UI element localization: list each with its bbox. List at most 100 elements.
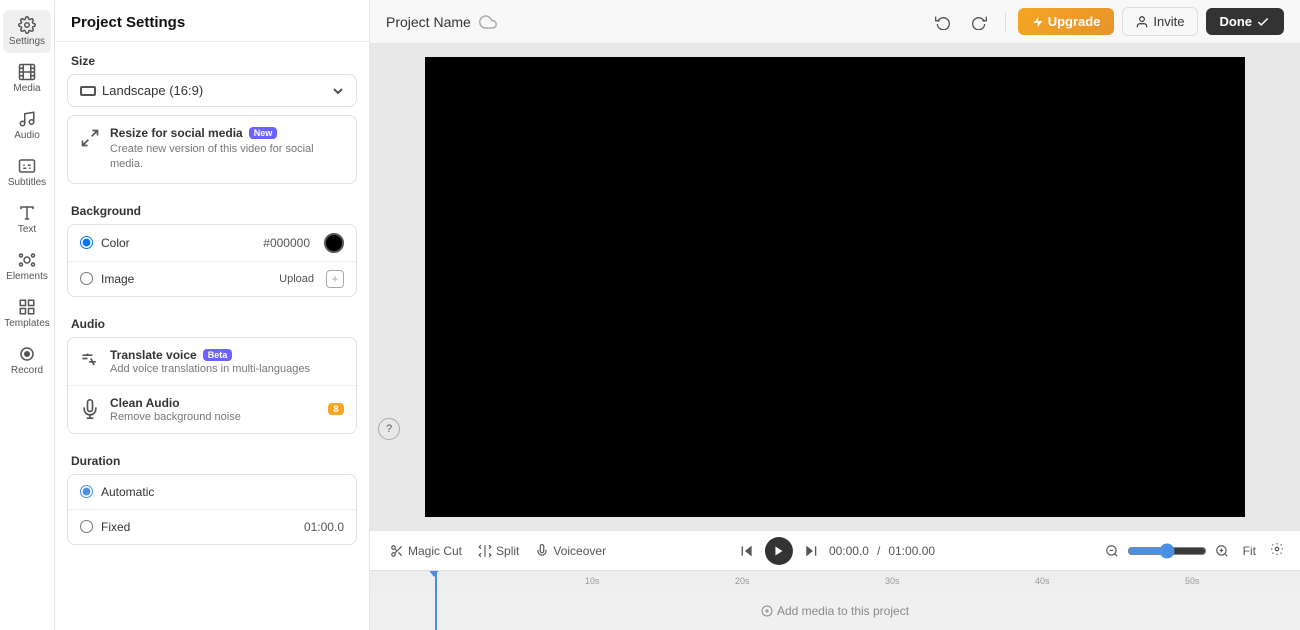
color-option[interactable]: Color #000000 <box>68 225 356 262</box>
upload-button[interactable]: Upload <box>279 273 314 285</box>
undo-button[interactable] <box>929 8 957 36</box>
translate-desc: Add voice translations in multi-language… <box>110 363 344 375</box>
sidebar-item-subtitles[interactable]: Subtitles <box>3 151 51 194</box>
current-time: 00:00.0 <box>829 544 869 558</box>
settings-icon <box>18 16 36 34</box>
skip-back-button[interactable] <box>735 539 759 563</box>
timeline-cursor-head <box>428 570 440 577</box>
checkmark-icon <box>1256 15 1270 29</box>
sidebar-item-text[interactable]: Text <box>3 198 51 241</box>
add-media-icon <box>761 605 773 617</box>
skip-forward-button[interactable] <box>799 539 823 563</box>
split-icon <box>478 544 492 558</box>
ruler-40s: 40s <box>1035 576 1050 586</box>
done-button[interactable]: Done <box>1206 8 1285 35</box>
sidebar-item-settings[interactable]: Settings <box>3 10 51 53</box>
size-value: Landscape (16:9) <box>102 83 203 98</box>
zoom-in-button[interactable] <box>1211 540 1233 562</box>
zoom-out-button[interactable] <box>1101 540 1123 562</box>
elements-icon <box>18 251 36 269</box>
image-option[interactable]: Image Upload + <box>68 262 356 296</box>
add-media-button[interactable]: Add media to this project <box>370 591 1300 630</box>
play-button[interactable] <box>765 537 793 565</box>
image-radio[interactable] <box>80 272 93 285</box>
voiceover-icon <box>535 544 549 558</box>
person-icon <box>1135 15 1149 29</box>
background-section-label: Background <box>55 192 369 224</box>
timeline-cursor <box>435 571 437 630</box>
sidebar-item-templates[interactable]: Templates <box>3 292 51 335</box>
clean-audio-desc: Remove background noise <box>110 411 318 423</box>
sidebar-label-media: Media <box>13 83 40 94</box>
voiceover-button[interactable]: Voiceover <box>527 540 614 562</box>
resize-badge: New <box>249 127 278 139</box>
translate-badge: Beta <box>203 349 233 361</box>
magic-cut-button[interactable]: Magic Cut <box>382 540 470 562</box>
color-label: Color <box>101 236 255 250</box>
time-separator: / <box>877 544 880 558</box>
size-section-label: Size <box>55 42 369 74</box>
color-radio[interactable] <box>80 236 93 249</box>
clean-audio-title: Clean Audio <box>110 396 180 410</box>
timeline-track: Add media to this project <box>370 591 1300 630</box>
zoom-controls: Fit <box>1101 540 1288 562</box>
ruler-30s: 30s <box>885 576 900 586</box>
resize-desc: Create new version of this video for soc… <box>110 142 344 173</box>
zoom-in-icon <box>1215 544 1229 558</box>
sidebar-label-text: Text <box>18 224 36 235</box>
audio-section-label: Audio <box>55 305 369 337</box>
magic-cut-icon <box>390 544 404 558</box>
duration-auto-row[interactable]: Automatic <box>68 475 356 510</box>
image-add-icon[interactable]: + <box>326 270 344 288</box>
split-button[interactable]: Split <box>470 540 527 562</box>
image-label: Image <box>101 272 271 286</box>
color-swatch[interactable] <box>324 233 344 253</box>
playback-controls: 00:00.0 / 01:00.00 <box>735 537 935 565</box>
auto-radio[interactable] <box>80 485 93 498</box>
sidebar-item-audio[interactable]: Audio <box>3 104 51 147</box>
skip-forward-icon <box>803 543 819 559</box>
duration-options: Automatic Fixed 01:00.0 <box>67 474 357 545</box>
duration-fixed-row[interactable]: Fixed 01:00.0 <box>68 510 356 544</box>
color-value: #000000 <box>263 236 310 250</box>
ruler-50s: 50s <box>1185 576 1200 586</box>
text-icon <box>18 204 36 222</box>
zoom-out-icon <box>1105 544 1119 558</box>
fixed-radio[interactable] <box>80 520 93 533</box>
total-time: 01:00.00 <box>888 544 935 558</box>
sidebar-item-record[interactable]: Record <box>3 339 51 382</box>
clean-audio-icon <box>80 399 100 419</box>
sidebar-item-media[interactable]: Media <box>3 57 51 100</box>
translate-voice-row[interactable]: Translate voice Beta Add voice translati… <box>68 338 356 386</box>
sidebar-label-settings: Settings <box>9 36 45 47</box>
timeline-settings-button[interactable] <box>1266 540 1288 562</box>
skip-back-icon <box>739 543 755 559</box>
record-icon <box>18 345 36 363</box>
resize-title: Resize for social media <box>110 126 243 140</box>
sidebar-label-subtitles: Subtitles <box>8 177 46 188</box>
upgrade-button[interactable]: Upgrade <box>1018 8 1115 35</box>
sidebar-item-elements[interactable]: Elements <box>3 245 51 288</box>
ruler-20s: 20s <box>735 576 750 586</box>
add-media-label: Add media to this project <box>777 604 909 618</box>
settings-panel: Project Settings Size Landscape (16:9) R… <box>55 0 370 630</box>
resize-card[interactable]: Resize for social media New Create new v… <box>67 115 357 184</box>
play-icon <box>773 545 785 557</box>
settings-panel-title: Project Settings <box>55 0 369 42</box>
help-button[interactable]: ? <box>378 418 400 440</box>
fit-button[interactable]: Fit <box>1237 542 1262 560</box>
invite-button[interactable]: Invite <box>1122 7 1197 36</box>
audio-features: Translate voice Beta Add voice translati… <box>67 337 357 434</box>
redo-button[interactable] <box>965 8 993 36</box>
templates-icon <box>18 298 36 316</box>
project-name[interactable]: Project Name <box>386 14 471 30</box>
zoom-slider[interactable] <box>1127 543 1207 559</box>
timeline-settings-icon <box>1270 542 1284 556</box>
size-dropdown[interactable]: Landscape (16:9) <box>67 74 357 107</box>
divider <box>1005 12 1006 32</box>
video-preview <box>370 44 1300 530</box>
sidebar-label-elements: Elements <box>6 271 48 282</box>
clean-audio-row[interactable]: Clean Audio Remove background noise 8 <box>68 386 356 433</box>
duration-auto-label: Automatic <box>101 485 344 499</box>
cloud-icon <box>479 13 497 31</box>
